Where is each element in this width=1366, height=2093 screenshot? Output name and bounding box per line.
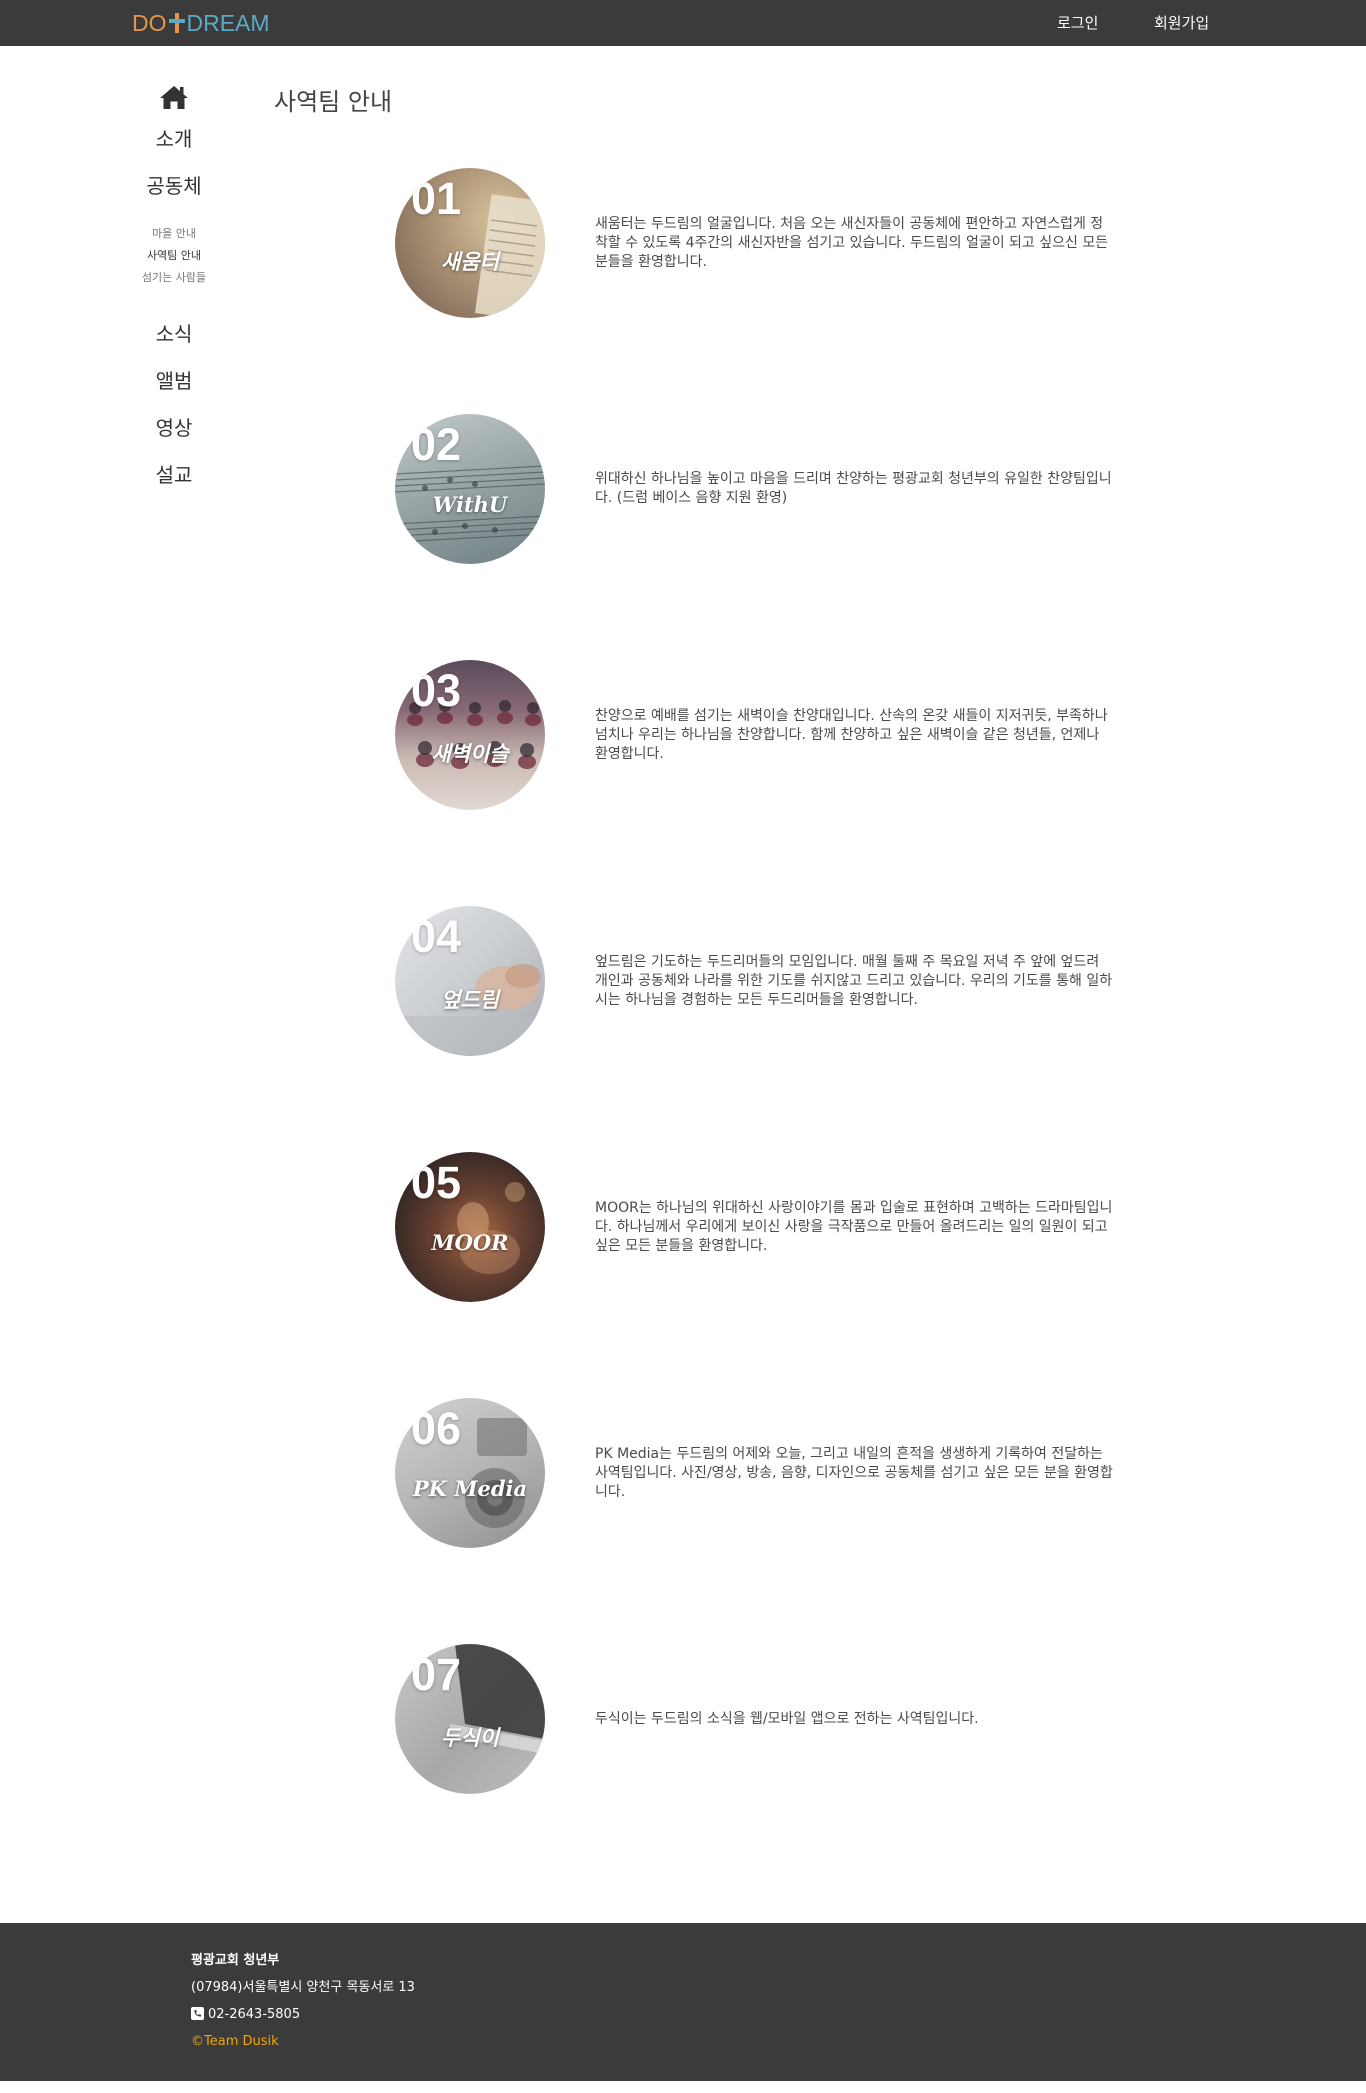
footer-copyright[interactable]: ©Team Dusik: [191, 2028, 415, 2055]
team-name: 엎드림: [441, 987, 499, 1012]
sidebar-subitem-village[interactable]: 마을 안내: [120, 223, 228, 245]
team-description-text: 위대하신 하나님을 높이고 마음을 드리며 찬양하는 평광교회 청년부의 유일한…: [595, 471, 1112, 506]
footer-info: 평광교회 청년부 (07984)서울특별시 양천구 목동서로 13 02-264…: [191, 1947, 415, 2055]
team-description-text: 찬양으로 예배를 섬기는 새벽이슬 찬양대입니다. 산속의 온갖 새들이 지저귀…: [595, 707, 1108, 762]
footer-phone: 02-2643-5805: [208, 2007, 301, 2022]
team-description: MOOR는 하나님의 위대하신 사랑이야기를 몸과 입술로 표현하며 고백하는 …: [595, 1152, 1115, 1302]
top-navbar: DO DREAM 로그인 회원가입: [0, 0, 1366, 46]
logo-text-left: DO: [132, 9, 167, 36]
logo[interactable]: DO DREAM: [132, 8, 270, 38]
team-number: 03: [411, 665, 462, 716]
team-image: 03 새벽이슬: [395, 660, 545, 810]
team-image: 05 MOOR: [395, 1152, 545, 1302]
sidebar-submenu-community: 마을 안내 사역팀 안내 섬기는 사람들: [120, 223, 228, 289]
login-link[interactable]: 로그인: [1057, 12, 1098, 33]
sidebar: 소개 공동체 마을 안내 사역팀 안내 섬기는 사람들 소식 앨범 영상 설교: [120, 80, 228, 499]
footer: 평광교회 청년부 (07984)서울특별시 양천구 목동서로 13 02-264…: [0, 1923, 1366, 2081]
team-image: 06 PK Media: [395, 1398, 545, 1548]
sidebar-item-album[interactable]: 앨범: [120, 358, 228, 405]
team-number: 01: [411, 173, 462, 224]
team-number: 05: [411, 1157, 462, 1208]
team-description-text: MOOR는 하나님의 위대하신 사랑이야기를 몸과 입술로 표현하며 고백하는 …: [595, 1199, 1113, 1254]
team-description: PK Media는 두드림의 어제와 오늘, 그리고 내일의 흔적을 생생하게 …: [595, 1398, 1115, 1548]
footer-phone-row: 02-2643-5805: [191, 2001, 415, 2028]
team-name: PK Media: [412, 1476, 528, 1501]
team-name: 새움터: [441, 249, 499, 274]
team-description-text: 두식이는 두드림의 소식을 웹/모바일 앱으로 전하는 사역팀입니다.: [595, 1710, 979, 1727]
logo-cross-icon: [168, 12, 186, 34]
sidebar-subitem-servants[interactable]: 섬기는 사람들: [120, 267, 228, 289]
team-name: 새벽이슬: [431, 741, 509, 766]
team-image: 04 엎드림: [395, 906, 545, 1056]
team-number: 07: [411, 1649, 462, 1700]
team-image: 07 두식이: [395, 1644, 545, 1794]
team-description: 위대하신 하나님을 높이고 마음을 드리며 찬양하는 평광교회 청년부의 유일한…: [595, 414, 1115, 564]
home-icon[interactable]: [159, 84, 189, 110]
sidebar-item-news[interactable]: 소식: [120, 311, 228, 358]
sidebar-item-video[interactable]: 영상: [120, 405, 228, 452]
team-item: 01 새움터 새움터는 두드림의 얼굴입니다. 처음 오는 새신자들이 공동체에…: [395, 168, 1115, 318]
team-description: 엎드림은 기도하는 두드리머들의 모임입니다. 매월 둘째 주 목요일 저녁 주…: [595, 906, 1115, 1056]
team-description-text: 새움터는 두드림의 얼굴입니다. 처음 오는 새신자들이 공동체에 편안하고 자…: [595, 215, 1109, 270]
team-description: 두식이는 두드림의 소식을 웹/모바일 앱으로 전하는 사역팀입니다.: [595, 1644, 1115, 1794]
team-number: 06: [411, 1403, 462, 1454]
sidebar-subitem-ministry-teams[interactable]: 사역팀 안내: [120, 245, 228, 267]
team-item: 04 엎드림 엎드림은 기도하는 두드리머들의 모임입니다. 매월 둘째 주 목…: [395, 906, 1115, 1056]
sidebar-item-intro[interactable]: 소개: [120, 116, 228, 163]
team-number: 04: [411, 911, 462, 962]
team-image: 02 WithU: [395, 414, 545, 564]
footer-org-name: 평광교회 청년부: [191, 1953, 280, 1968]
team-item: 02 WithU 위대하신 하나님을 높이고 마음을 드리며 찬양하는 평광교회…: [395, 414, 1115, 564]
logo-text-right: DREAM: [186, 9, 270, 36]
signup-link[interactable]: 회원가입: [1154, 12, 1209, 33]
team-image: 01 새움터: [395, 168, 545, 318]
team-name: WithU: [432, 492, 508, 517]
team-item: 06 PK Media PK Media는 두드림의 어제와 오늘, 그리고 내…: [395, 1398, 1115, 1548]
team-name: MOOR: [431, 1230, 509, 1255]
team-description: 새움터는 두드림의 얼굴입니다. 처음 오는 새신자들이 공동체에 편안하고 자…: [595, 168, 1115, 318]
team-item: 07 두식이 두식이는 두드림의 소식을 웹/모바일 앱으로 전하는 사역팀입니…: [395, 1644, 1115, 1794]
team-description: 찬양으로 예배를 섬기는 새벽이슬 찬양대입니다. 산속의 온갖 새들이 지저귀…: [595, 660, 1115, 810]
sidebar-item-sermon[interactable]: 설교: [120, 452, 228, 499]
page-title: 사역팀 안내: [274, 88, 393, 116]
team-number: 02: [411, 419, 462, 470]
sidebar-item-community[interactable]: 공동체: [120, 163, 228, 210]
team-name: 두식이: [441, 1725, 499, 1750]
team-item: 03 새벽이슬 찬양으로 예배를 섬기는 새벽이슬 찬양대입니다. 산속의 온갖…: [395, 660, 1115, 810]
team-item: 05 MOOR MOOR는 하나님의 위대하신 사랑이야기를 몸과 입술로 표현…: [395, 1152, 1115, 1302]
team-description-text: PK Media는 두드림의 어제와 오늘, 그리고 내일의 흔적을 생생하게 …: [595, 1445, 1113, 1500]
footer-address: (07984)서울특별시 양천구 목동서로 13: [191, 1980, 415, 1995]
team-description-text: 엎드림은 기도하는 두드리머들의 모임입니다. 매월 둘째 주 목요일 저녁 주…: [595, 953, 1113, 1008]
phone-icon: [191, 2007, 204, 2020]
